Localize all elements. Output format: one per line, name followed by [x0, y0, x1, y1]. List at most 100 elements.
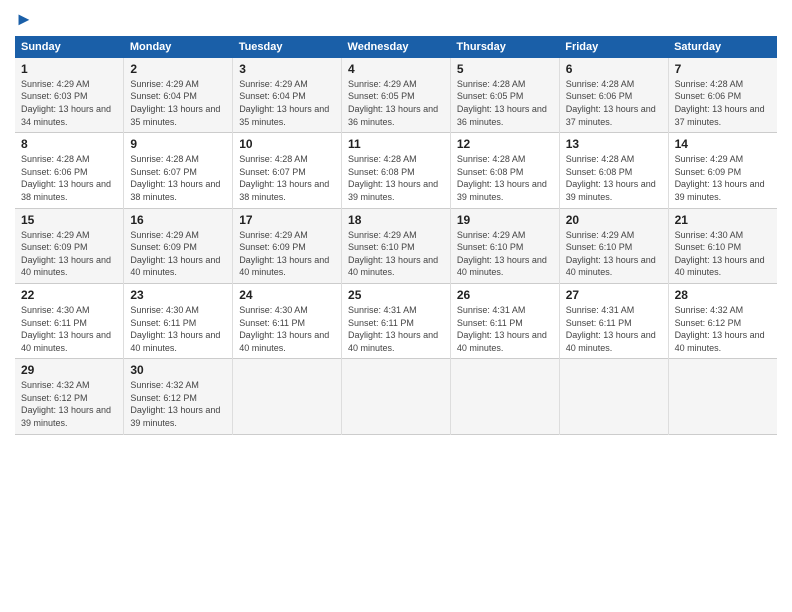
day-number: 1	[21, 62, 117, 76]
day-detail: Sunrise: 4:30 AMSunset: 6:11 PMDaylight:…	[21, 305, 111, 353]
calendar-cell: 20 Sunrise: 4:29 AMSunset: 6:10 PMDaylig…	[559, 208, 668, 283]
calendar-cell: 1 Sunrise: 4:29 AMSunset: 6:03 PMDayligh…	[15, 58, 124, 133]
calendar-cell: 30 Sunrise: 4:32 AMSunset: 6:12 PMDaylig…	[124, 359, 233, 434]
weekday-header: Saturday	[668, 36, 777, 58]
day-detail: Sunrise: 4:28 AMSunset: 6:06 PMDaylight:…	[566, 79, 656, 127]
day-number: 4	[348, 62, 444, 76]
calendar-cell	[233, 359, 342, 434]
day-detail: Sunrise: 4:31 AMSunset: 6:11 PMDaylight:…	[457, 305, 547, 353]
day-number: 21	[675, 213, 771, 227]
day-number: 3	[239, 62, 335, 76]
day-detail: Sunrise: 4:31 AMSunset: 6:11 PMDaylight:…	[566, 305, 656, 353]
calendar-cell: 21 Sunrise: 4:30 AMSunset: 6:10 PMDaylig…	[668, 208, 777, 283]
day-detail: Sunrise: 4:30 AMSunset: 6:10 PMDaylight:…	[675, 230, 765, 278]
day-number: 23	[130, 288, 226, 302]
weekday-header: Thursday	[450, 36, 559, 58]
calendar-cell: 19 Sunrise: 4:29 AMSunset: 6:10 PMDaylig…	[450, 208, 559, 283]
calendar-cell: 12 Sunrise: 4:28 AMSunset: 6:08 PMDaylig…	[450, 133, 559, 208]
day-detail: Sunrise: 4:28 AMSunset: 6:07 PMDaylight:…	[239, 154, 329, 202]
logo: ►	[15, 10, 33, 28]
day-detail: Sunrise: 4:31 AMSunset: 6:11 PMDaylight:…	[348, 305, 438, 353]
day-detail: Sunrise: 4:29 AMSunset: 6:05 PMDaylight:…	[348, 79, 438, 127]
calendar-cell: 24 Sunrise: 4:30 AMSunset: 6:11 PMDaylig…	[233, 283, 342, 358]
calendar-week-row: 1 Sunrise: 4:29 AMSunset: 6:03 PMDayligh…	[15, 58, 777, 133]
day-number: 22	[21, 288, 117, 302]
day-number: 5	[457, 62, 553, 76]
day-detail: Sunrise: 4:32 AMSunset: 6:12 PMDaylight:…	[675, 305, 765, 353]
day-number: 27	[566, 288, 662, 302]
calendar-cell: 22 Sunrise: 4:30 AMSunset: 6:11 PMDaylig…	[15, 283, 124, 358]
page-container: ► SundayMondayTuesdayWednesdayThursdayFr…	[0, 0, 792, 445]
page-header: ►	[15, 10, 777, 28]
day-number: 7	[675, 62, 771, 76]
calendar-cell: 27 Sunrise: 4:31 AMSunset: 6:11 PMDaylig…	[559, 283, 668, 358]
day-number: 14	[675, 137, 771, 151]
calendar-cell: 16 Sunrise: 4:29 AMSunset: 6:09 PMDaylig…	[124, 208, 233, 283]
day-detail: Sunrise: 4:29 AMSunset: 6:03 PMDaylight:…	[21, 79, 111, 127]
day-detail: Sunrise: 4:28 AMSunset: 6:08 PMDaylight:…	[566, 154, 656, 202]
day-detail: Sunrise: 4:29 AMSunset: 6:09 PMDaylight:…	[675, 154, 765, 202]
calendar-cell	[342, 359, 451, 434]
calendar-week-row: 8 Sunrise: 4:28 AMSunset: 6:06 PMDayligh…	[15, 133, 777, 208]
day-number: 8	[21, 137, 117, 151]
day-detail: Sunrise: 4:28 AMSunset: 6:08 PMDaylight:…	[348, 154, 438, 202]
calendar-cell: 17 Sunrise: 4:29 AMSunset: 6:09 PMDaylig…	[233, 208, 342, 283]
day-detail: Sunrise: 4:29 AMSunset: 6:10 PMDaylight:…	[566, 230, 656, 278]
calendar-cell	[450, 359, 559, 434]
calendar-cell: 28 Sunrise: 4:32 AMSunset: 6:12 PMDaylig…	[668, 283, 777, 358]
calendar-week-row: 22 Sunrise: 4:30 AMSunset: 6:11 PMDaylig…	[15, 283, 777, 358]
day-number: 30	[130, 363, 226, 377]
calendar-cell: 13 Sunrise: 4:28 AMSunset: 6:08 PMDaylig…	[559, 133, 668, 208]
calendar-cell: 25 Sunrise: 4:31 AMSunset: 6:11 PMDaylig…	[342, 283, 451, 358]
day-number: 24	[239, 288, 335, 302]
calendar-cell: 23 Sunrise: 4:30 AMSunset: 6:11 PMDaylig…	[124, 283, 233, 358]
logo-text: ►	[15, 10, 33, 30]
day-number: 15	[21, 213, 117, 227]
calendar-cell: 9 Sunrise: 4:28 AMSunset: 6:07 PMDayligh…	[124, 133, 233, 208]
day-detail: Sunrise: 4:29 AMSunset: 6:09 PMDaylight:…	[239, 230, 329, 278]
day-detail: Sunrise: 4:29 AMSunset: 6:04 PMDaylight:…	[130, 79, 220, 127]
calendar-week-row: 15 Sunrise: 4:29 AMSunset: 6:09 PMDaylig…	[15, 208, 777, 283]
weekday-header: Sunday	[15, 36, 124, 58]
day-detail: Sunrise: 4:29 AMSunset: 6:10 PMDaylight:…	[348, 230, 438, 278]
day-number: 11	[348, 137, 444, 151]
calendar-cell: 4 Sunrise: 4:29 AMSunset: 6:05 PMDayligh…	[342, 58, 451, 133]
calendar-cell	[559, 359, 668, 434]
day-detail: Sunrise: 4:28 AMSunset: 6:06 PMDaylight:…	[21, 154, 111, 202]
calendar-cell: 14 Sunrise: 4:29 AMSunset: 6:09 PMDaylig…	[668, 133, 777, 208]
day-number: 13	[566, 137, 662, 151]
day-number: 10	[239, 137, 335, 151]
day-number: 6	[566, 62, 662, 76]
day-detail: Sunrise: 4:32 AMSunset: 6:12 PMDaylight:…	[21, 380, 111, 428]
day-detail: Sunrise: 4:28 AMSunset: 6:05 PMDaylight:…	[457, 79, 547, 127]
calendar-cell: 8 Sunrise: 4:28 AMSunset: 6:06 PMDayligh…	[15, 133, 124, 208]
day-detail: Sunrise: 4:30 AMSunset: 6:11 PMDaylight:…	[130, 305, 220, 353]
calendar-cell: 15 Sunrise: 4:29 AMSunset: 6:09 PMDaylig…	[15, 208, 124, 283]
day-number: 18	[348, 213, 444, 227]
day-detail: Sunrise: 4:29 AMSunset: 6:09 PMDaylight:…	[21, 230, 111, 278]
day-detail: Sunrise: 4:29 AMSunset: 6:09 PMDaylight:…	[130, 230, 220, 278]
day-number: 16	[130, 213, 226, 227]
day-number: 20	[566, 213, 662, 227]
day-number: 29	[21, 363, 117, 377]
day-number: 2	[130, 62, 226, 76]
weekday-header-row: SundayMondayTuesdayWednesdayThursdayFrid…	[15, 36, 777, 58]
day-detail: Sunrise: 4:28 AMSunset: 6:06 PMDaylight:…	[675, 79, 765, 127]
day-detail: Sunrise: 4:29 AMSunset: 6:04 PMDaylight:…	[239, 79, 329, 127]
day-number: 12	[457, 137, 553, 151]
calendar-cell: 29 Sunrise: 4:32 AMSunset: 6:12 PMDaylig…	[15, 359, 124, 434]
calendar-cell	[668, 359, 777, 434]
day-number: 17	[239, 213, 335, 227]
calendar-cell: 10 Sunrise: 4:28 AMSunset: 6:07 PMDaylig…	[233, 133, 342, 208]
day-number: 28	[675, 288, 771, 302]
day-detail: Sunrise: 4:29 AMSunset: 6:10 PMDaylight:…	[457, 230, 547, 278]
weekday-header: Friday	[559, 36, 668, 58]
calendar-table: SundayMondayTuesdayWednesdayThursdayFrid…	[15, 36, 777, 435]
day-detail: Sunrise: 4:30 AMSunset: 6:11 PMDaylight:…	[239, 305, 329, 353]
calendar-cell: 7 Sunrise: 4:28 AMSunset: 6:06 PMDayligh…	[668, 58, 777, 133]
day-number: 25	[348, 288, 444, 302]
weekday-header: Tuesday	[233, 36, 342, 58]
day-number: 26	[457, 288, 553, 302]
calendar-cell: 26 Sunrise: 4:31 AMSunset: 6:11 PMDaylig…	[450, 283, 559, 358]
calendar-cell: 3 Sunrise: 4:29 AMSunset: 6:04 PMDayligh…	[233, 58, 342, 133]
